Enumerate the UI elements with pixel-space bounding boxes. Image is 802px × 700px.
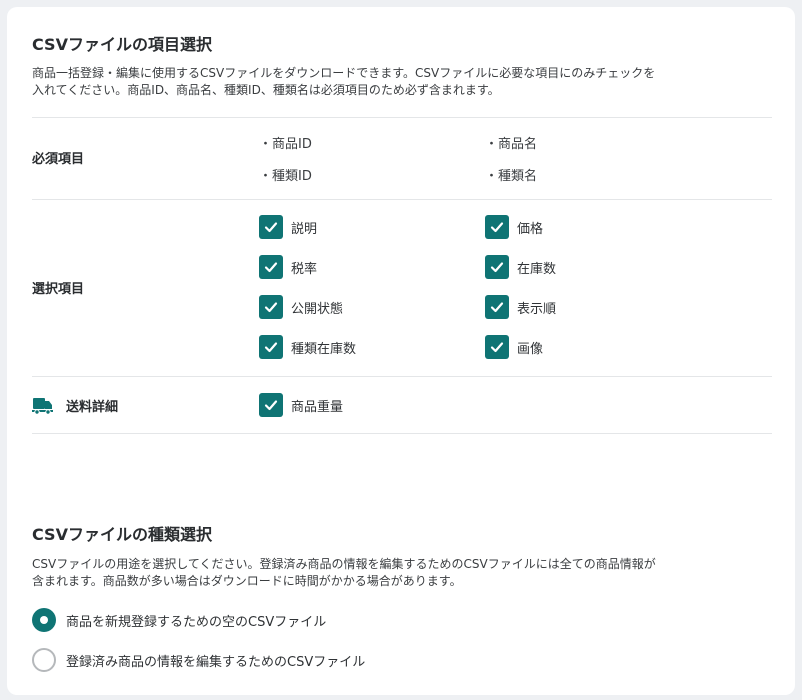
checkbox-checked-icon[interactable]	[485, 215, 509, 239]
checkbox-tax-rate[interactable]: 税率	[259, 255, 317, 279]
type-desc-line2: 含まれます。商品数が多い場合はダウンロードに時間がかかる場合があります。	[32, 574, 462, 588]
required-items-label: 必須項目	[32, 152, 85, 167]
checkbox-checked-icon[interactable]	[259, 215, 283, 239]
radio-label: 登録済み商品の情報を編集するためのCSVファイル	[66, 654, 366, 670]
radio-edit-existing[interactable]: 登録済み商品の情報を編集するためのCSVファイル	[32, 648, 365, 672]
required-item-product-id: ・商品ID	[259, 137, 312, 152]
checkbox-label: 種類在庫数	[291, 341, 357, 357]
shipping-label-text: 送料詳細	[66, 400, 119, 415]
items-section-description: 商品一括登録・編集に使用するCSVファイルをダウンロードできます。CSVファイル…	[32, 65, 772, 99]
checkbox-label: 商品重量	[291, 399, 344, 415]
radio-label: 商品を新規登録するための空のCSVファイル	[66, 614, 327, 630]
items-desc-line2: 入れてください。商品ID、商品名、種類ID、種類名は必須項目のため必ず含まれます…	[32, 83, 500, 97]
radio-unselected-icon[interactable]	[32, 648, 56, 672]
csv-settings-card: CSVファイルの項目選択 商品一括登録・編集に使用するCSVファイルをダウンロー…	[7, 7, 795, 695]
checkbox-product-weight[interactable]: 商品重量	[259, 393, 343, 417]
checkbox-checked-icon[interactable]	[259, 335, 283, 359]
checkbox-publish-status[interactable]: 公開状態	[259, 295, 343, 319]
checkbox-checked-icon[interactable]	[485, 295, 509, 319]
checkbox-stock[interactable]: 在庫数	[485, 255, 556, 279]
checkbox-label: 説明	[291, 221, 318, 237]
checkbox-label: 在庫数	[517, 261, 557, 277]
checkbox-label: 公開状態	[291, 301, 344, 317]
divider	[32, 433, 772, 434]
radio-new-registration[interactable]: 商品を新規登録するための空のCSVファイル	[32, 608, 326, 632]
checkbox-description[interactable]: 説明	[259, 215, 317, 239]
shipping-details-label: 送料詳細	[32, 396, 118, 415]
type-section-description: CSVファイルの用途を選択してください。登録済み商品の情報を編集するためのCSV…	[32, 556, 772, 590]
checkbox-checked-icon[interactable]	[259, 393, 283, 417]
checkbox-checked-icon[interactable]	[259, 255, 283, 279]
divider	[32, 117, 772, 118]
checkbox-variant-stock[interactable]: 種類在庫数	[259, 335, 356, 359]
divider	[32, 376, 772, 377]
checkbox-image[interactable]: 画像	[485, 335, 543, 359]
truck-icon	[32, 397, 54, 415]
checkbox-label: 税率	[291, 261, 318, 277]
radio-selected-icon[interactable]	[32, 608, 56, 632]
optional-items-label: 選択項目	[32, 282, 85, 297]
checkbox-checked-icon[interactable]	[485, 335, 509, 359]
divider	[32, 199, 772, 200]
required-item-variant-name: ・種類名	[485, 169, 538, 184]
required-item-product-name: ・商品名	[485, 137, 538, 152]
checkbox-display-order[interactable]: 表示順	[485, 295, 556, 319]
checkbox-checked-icon[interactable]	[485, 255, 509, 279]
checkbox-label: 画像	[517, 341, 544, 357]
checkbox-checked-icon[interactable]	[259, 295, 283, 319]
type-section-title: CSVファイルの種類選択	[32, 525, 212, 544]
checkbox-label: 価格	[517, 221, 544, 237]
items-section-title: CSVファイルの項目選択	[32, 35, 212, 54]
items-desc-line1: 商品一括登録・編集に使用するCSVファイルをダウンロードできます。CSVファイル…	[32, 66, 656, 80]
checkbox-price[interactable]: 価格	[485, 215, 543, 239]
checkbox-label: 表示順	[517, 301, 557, 317]
type-desc-line1: CSVファイルの用途を選択してください。登録済み商品の情報を編集するためのCSV…	[32, 557, 656, 571]
required-item-variant-id: ・種類ID	[259, 169, 312, 184]
